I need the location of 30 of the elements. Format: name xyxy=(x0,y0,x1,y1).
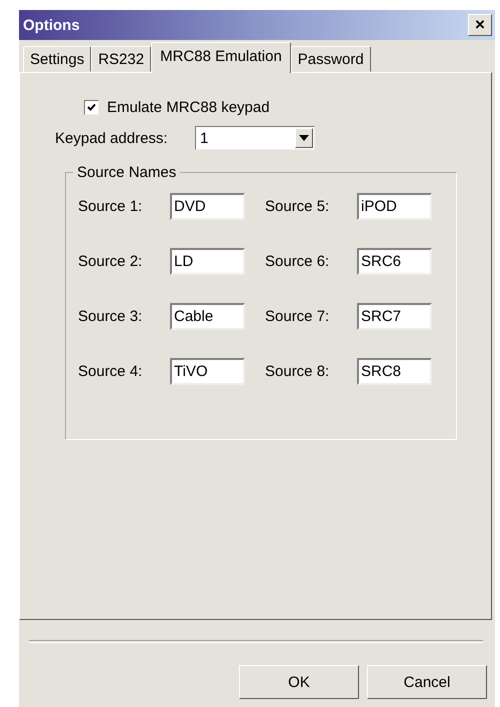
keypad-address-dropdown[interactable]: 1 xyxy=(195,126,315,150)
source-label: Source 3: xyxy=(78,308,144,325)
source-name-field[interactable]: DVD xyxy=(170,193,245,220)
field-label: Keypad address: xyxy=(55,130,169,146)
source-name-field[interactable]: LD xyxy=(170,248,245,275)
checkmark-icon xyxy=(86,102,97,113)
source-label: Source 2: xyxy=(78,253,144,270)
group-title: Source Names xyxy=(76,164,178,181)
window-title: Options xyxy=(23,16,80,34)
source-label: Source 5: xyxy=(265,198,330,215)
tab[interactable]: Password xyxy=(290,46,371,72)
tab[interactable]: MRC88 Emulation xyxy=(151,42,291,73)
source-name-field[interactable]: TiVO xyxy=(170,358,245,385)
source-name-field[interactable]: iPOD xyxy=(357,193,432,220)
source-name-field[interactable]: SRC6 xyxy=(357,248,432,275)
source-label: Source 1: xyxy=(78,198,144,215)
source-name-field[interactable]: SRC7 xyxy=(357,303,432,330)
source-name-field[interactable]: Cable xyxy=(170,303,245,330)
source-label: Source 7: xyxy=(265,308,330,325)
source-name-field[interactable]: SRC8 xyxy=(357,358,432,385)
checkbox[interactable] xyxy=(84,100,99,115)
checkbox-label: Emulate MRC88 keypad xyxy=(107,99,270,116)
source-label: Source 8: xyxy=(265,363,330,380)
close-button[interactable]: × xyxy=(468,14,492,36)
source-label: Source 4: xyxy=(78,363,144,380)
ok-button[interactable]: OK xyxy=(239,665,359,699)
tab[interactable]: Settings xyxy=(23,46,92,72)
cancel-button[interactable]: Cancel xyxy=(367,665,487,699)
tab[interactable]: RS232 xyxy=(91,46,152,72)
source-label: Source 6: xyxy=(265,253,330,270)
